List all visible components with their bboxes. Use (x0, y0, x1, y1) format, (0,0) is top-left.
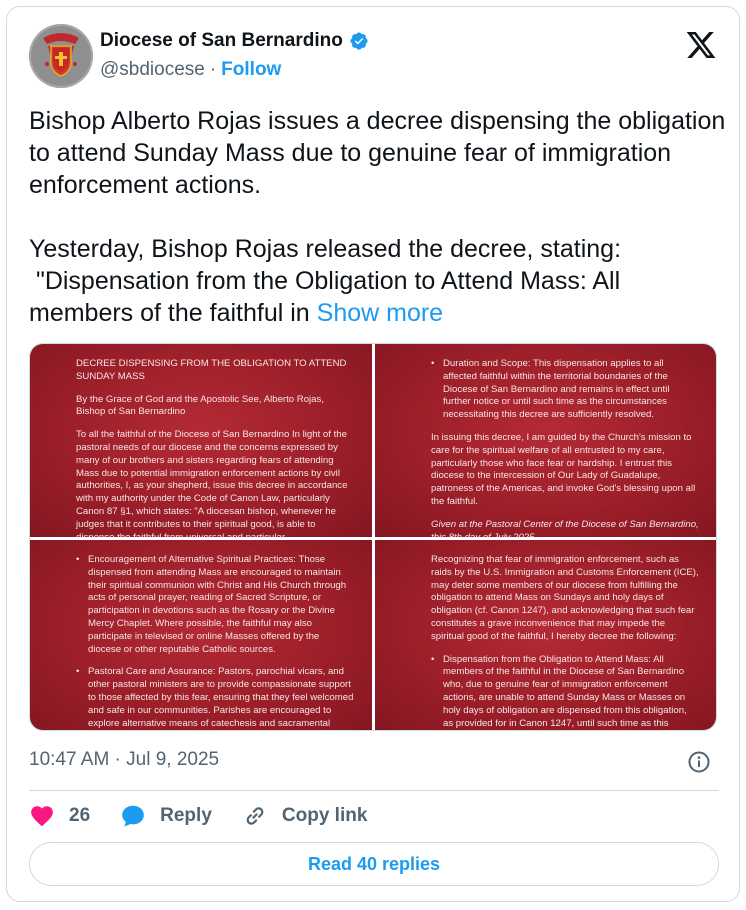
diocese-crest-icon (29, 24, 93, 88)
decree-text: To all the faithful of the Diocese of Sa… (76, 429, 348, 537)
decree-bullet: Duration and Scope: This dispensation ap… (431, 358, 699, 422)
decree-image-4[interactable]: Recognizing that fear of immigration enf… (375, 540, 716, 730)
media-grid[interactable]: DECREE DISPENSING FROM THE OBLIGATION TO… (29, 343, 717, 731)
decree-bullet: Dispensation from the Obligation to Atte… (431, 654, 699, 730)
tweet-text: Bishop Alberto Rojas issues a decree dis… (29, 105, 729, 329)
link-icon (246, 807, 264, 825)
decree-text: Recognizing that fear of immigration enf… (431, 554, 699, 642)
like-count: 26 (69, 805, 91, 826)
author-name-row: Diocese of San Bernardino (100, 30, 369, 52)
copy-link-label: Copy link (281, 805, 368, 826)
info-icon[interactable] (687, 750, 711, 774)
copy-link-button[interactable]: Copy link (242, 803, 368, 829)
follow-button[interactable]: Follow (221, 59, 281, 81)
action-bar: 26 Reply Copy link (29, 803, 397, 829)
reply-label: Reply (160, 805, 212, 826)
separator: · (209, 59, 217, 80)
decree-image-1[interactable]: DECREE DISPENSING FROM THE OBLIGATION TO… (30, 344, 372, 537)
tweet-card: Diocese of San Bernardino @sbdiocese · F… (6, 6, 740, 902)
decree-text: By the Grace of God and the Apostolic Se… (76, 393, 324, 418)
decree-given: Given at the Pastoral Center of the Dioc… (431, 518, 699, 537)
reply-button[interactable]: Reply (120, 803, 212, 829)
decree-heading: DECREE DISPENSING FROM THE OBLIGATION TO… (76, 358, 347, 382)
verified-badge-icon (350, 32, 368, 50)
handle[interactable]: @sbdiocese (100, 59, 205, 81)
decree-text: In issuing this decree, I am guided by t… (431, 431, 696, 507)
decree-image-2[interactable]: Duration and Scope: This dispensation ap… (375, 344, 716, 537)
handle-row: @sbdiocese · Follow (100, 59, 281, 81)
reply-bubble-icon (122, 805, 144, 827)
like-button[interactable]: 26 (29, 803, 90, 829)
decree-bullet: Encouragement of Alternative Spiritual P… (76, 554, 354, 656)
show-more-link[interactable]: Show more (317, 299, 443, 327)
avatar[interactable] (29, 24, 93, 88)
tweet-body: Bishop Alberto Rojas issues a decree dis… (29, 107, 726, 327)
timestamp[interactable]: 10:47 AM · Jul 9, 2025 (29, 749, 219, 771)
divider (29, 790, 719, 791)
read-replies-button[interactable]: Read 40 replies (29, 842, 719, 886)
heart-icon (31, 806, 53, 827)
x-logo-icon[interactable] (685, 29, 717, 61)
decree-image-3[interactable]: Encouragement of Alternative Spiritual P… (30, 540, 372, 730)
read-replies-label: Read 40 replies (307, 853, 441, 874)
decree-bullet: Pastoral Care and Assurance: Pastors, pa… (76, 666, 354, 730)
display-name[interactable]: Diocese of San Bernardino (100, 30, 343, 52)
